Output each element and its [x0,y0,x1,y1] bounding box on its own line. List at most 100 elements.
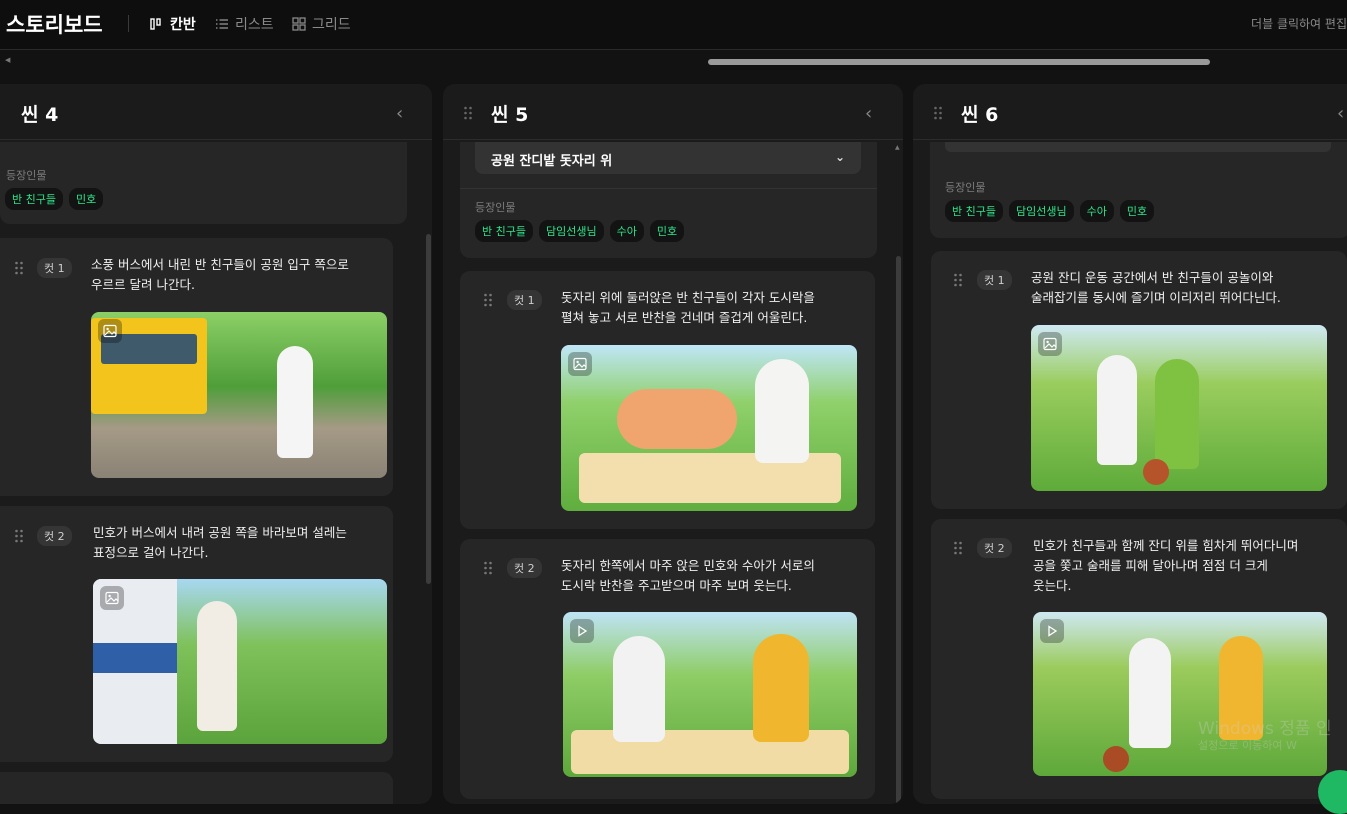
ball-shape [1143,459,1169,485]
character-chip[interactable]: 민호 [1119,200,1155,222]
tab-grid-label: 그리드 [312,17,351,33]
tab-list[interactable]: 리스트 [215,13,274,35]
scene-column-6: 씬 6 ‹ 등장인물 반 친구들 담임선생님 수아 민호 컷 1 공원 잔디 운… [913,84,1347,804]
edit-hint: 더블 클릭하여 편집 [1251,17,1347,31]
character-chip[interactable]: 수아 [609,220,644,242]
minho-figure [1129,638,1171,748]
sua-figure [1155,359,1199,469]
character-chips: 반 친구들 담임선생님 수아 민호 [475,220,685,242]
shot-description: 민호가 버스에서 내려 공원 쪽을 바라보며 설레는 표정으로 걸어 나간다. [93,525,347,560]
drag-handle-icon[interactable] [14,528,24,544]
vertical-scroll-thumb[interactable] [426,234,431,584]
scene-header: 씬 6 ‹ [913,84,1347,140]
shot-description: 민호가 친구들과 함께 잔디 위를 힘차게 뛰어다니며 공을 쫓고 술래를 피해… [1033,538,1299,593]
character-figure [277,346,313,458]
app-title: 스토리보드 [6,13,103,37]
horizontal-scroll-thumb[interactable] [708,59,1210,65]
scene-header: 씬 5 ‹ [443,84,903,140]
shot-card[interactable]: 컷 1 공원 잔디 운동 공간에서 반 친구들이 공놀이와 술래잡기를 동시에 … [931,251,1347,509]
tab-grid[interactable]: 그리드 [292,13,351,35]
drag-handle-icon[interactable] [483,560,493,576]
scene-info-card: 등장인물 반 친구들 민호 [0,142,407,224]
column-drag-handle-icon[interactable] [463,105,473,121]
image-icon [98,319,122,343]
minho-figure [1097,355,1137,465]
tab-list-label: 리스트 [235,17,274,33]
grid-icon [292,17,306,31]
scroll-left-arrow-icon[interactable]: ◀ [5,56,10,64]
drag-handle-icon[interactable] [14,260,24,276]
shot-description: 돗자리 한쪽에서 마주 앉은 민호와 수아가 서로의 도시락 반찬을 주고받으며… [561,558,815,593]
collapse-chevron-icon[interactable]: ‹ [396,103,403,124]
character-chips: 반 친구들 담임선생님 수아 민호 [945,200,1155,222]
shot-card[interactable] [0,772,393,804]
vertical-scroll-thumb[interactable] [896,256,901,804]
shot-image[interactable] [91,312,387,478]
cast-label: 등장인물 [945,181,986,194]
info-divider [460,188,877,189]
shot-badge: 컷 2 [37,526,72,546]
character-chip[interactable]: 반 친구들 [945,200,1003,222]
character-chip[interactable]: 민호 [649,220,685,242]
character-chip[interactable]: 반 친구들 [475,220,533,242]
shot-image[interactable] [93,579,387,744]
shot-image[interactable] [1031,325,1327,491]
tab-kanban[interactable]: 칸반 [150,13,196,35]
chevron-down-icon: ⌄ [834,150,845,164]
list-icon [216,19,228,29]
shot-description: 돗자리 위에 둘러앉은 반 친구들이 각자 도시락을 펼쳐 놓고 서로 반찬을 … [561,290,815,325]
character-chips: 반 친구들 민호 [5,188,104,210]
scene-title: 씬 6 [961,104,999,126]
character-chip[interactable]: 민호 [68,188,104,210]
ball-shape [1103,746,1129,772]
shot-card[interactable]: 컷 1 소풍 버스에서 내린 반 친구들이 공원 입구 쪽으로 우르르 달려 나… [0,238,393,496]
scene-column-5: 씬 5 ‹ 공원 잔디밭 돗자리 위 ⌄ 등장인물 반 친구들 담임선생님 수아… [443,84,903,804]
bus-stripe [93,643,177,673]
character-chip[interactable]: 담임선생님 [1008,200,1074,222]
shot-card[interactable]: 컷 2 민호가 버스에서 내려 공원 쪽을 바라보며 설레는 표정으로 걸어 나… [0,506,393,762]
minho-figure [613,636,665,742]
character-chip[interactable]: 담임선생님 [538,220,604,242]
sua-figure [753,634,809,742]
video-play-icon[interactable] [570,619,594,643]
drag-handle-icon[interactable] [483,292,493,308]
horizontal-scrollbar[interactable]: ◀ [0,52,1347,70]
image-icon [568,352,592,376]
cast-label: 등장인물 [6,169,47,182]
scene-info-card: 등장인물 반 친구들 담임선생님 수아 민호 [930,142,1347,238]
collapse-chevron-icon[interactable]: ‹ [1337,103,1344,124]
scene-title: 씬 4 [21,104,59,126]
shot-badge: 컷 1 [37,258,72,278]
shot-badge: 컷 2 [977,538,1012,558]
activation-watermark: Windows 정품 인 [1198,719,1332,739]
cast-label: 등장인물 [475,201,516,214]
drag-handle-icon[interactable] [953,272,963,288]
drag-handle-icon[interactable] [953,540,963,556]
video-play-icon[interactable] [1040,619,1064,643]
image-icon [100,586,124,610]
shot-card[interactable]: 컷 1 돗자리 위에 둘러앉은 반 친구들이 각자 도시락을 펼쳐 놓고 서로 … [460,271,875,529]
top-bar: 스토리보드 칸반 리스트 그리드 더블 클릭하여 편집 [0,0,1347,50]
kanban-icon [150,18,161,30]
location-select-stub[interactable] [945,142,1331,152]
character-chip[interactable]: 수아 [1079,200,1114,222]
shot-description: 공원 잔디 운동 공간에서 반 친구들이 공놀이와 술래잡기를 동시에 즐기며 … [1031,270,1281,305]
column-drag-handle-icon[interactable] [933,105,943,121]
shot-badge: 컷 1 [977,270,1012,290]
collapse-chevron-icon[interactable]: ‹ [865,103,872,124]
children-group [617,389,737,449]
shot-image[interactable] [563,612,857,777]
shot-badge: 컷 1 [507,290,542,310]
shot-image[interactable] [561,345,857,511]
scene-header: 씬 4 ‹ [0,84,432,140]
image-icon [1038,332,1062,356]
scene-title: 씬 5 [491,104,529,126]
teacher-figure [755,359,809,463]
shot-card[interactable]: 컷 2 민호가 친구들과 함께 잔디 위를 힘차게 뛰어다니며 공을 쫓고 술래… [931,519,1347,799]
shot-card[interactable]: 컷 2 돗자리 한쪽에서 마주 앉은 민호와 수아가 서로의 도시락 반찬을 주… [460,539,875,799]
toolbar-divider [128,15,129,32]
character-chip[interactable]: 반 친구들 [5,188,63,210]
scroll-up-arrow-icon[interactable]: ▲ [895,144,900,151]
location-value: 공원 잔디밭 돗자리 위 [491,154,613,169]
location-select[interactable]: 공원 잔디밭 돗자리 위 ⌄ [475,142,861,174]
